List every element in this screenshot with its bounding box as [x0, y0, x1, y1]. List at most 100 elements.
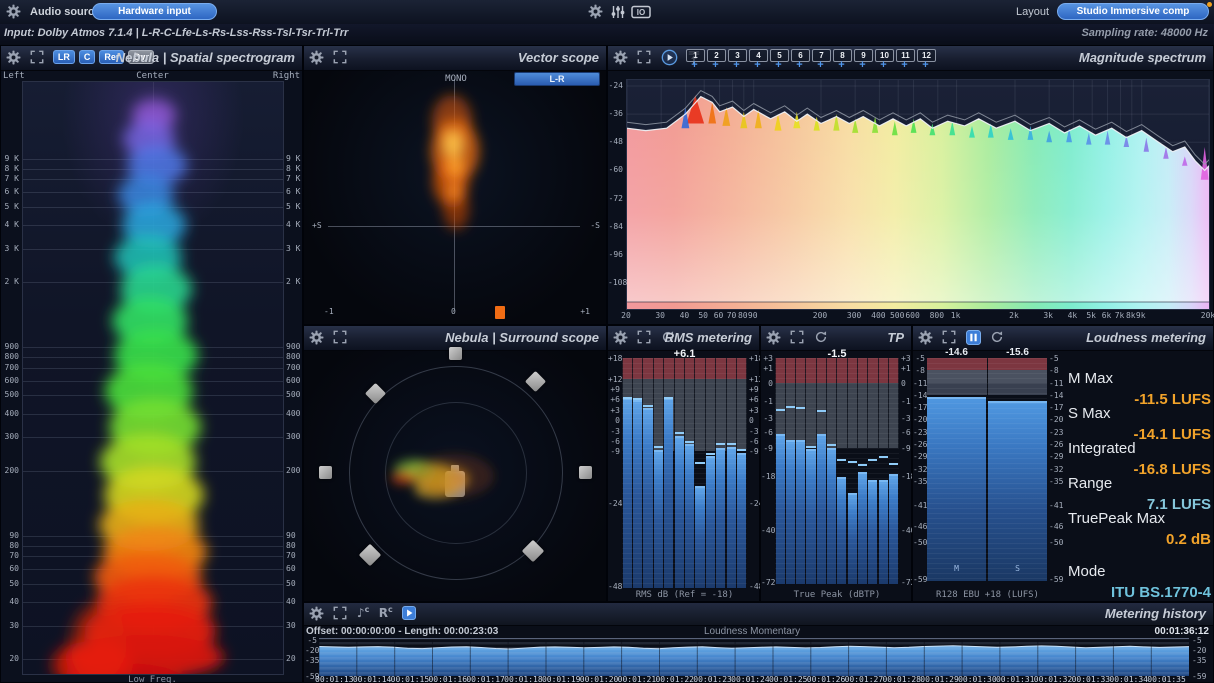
channel-bar	[786, 440, 795, 584]
channel-bar	[776, 434, 785, 584]
freq-tick-left: 200	[1, 466, 19, 475]
column-line	[674, 358, 675, 451]
io-routing-icon[interactable]: IO	[631, 4, 651, 20]
channel-add-button-6[interactable]: +	[791, 59, 808, 71]
column-line	[888, 358, 889, 448]
channel-add-button-3[interactable]: +	[728, 59, 745, 71]
axis-plus-one: +1	[580, 307, 590, 316]
stat-label: Mode	[1068, 563, 1106, 580]
right-column-label: Right	[273, 71, 300, 81]
spatial-filter-button-lr[interactable]: LR	[53, 50, 75, 64]
vector-title: Vector scope	[518, 50, 599, 65]
freq-tick-right: 7 K	[286, 174, 300, 183]
column-line	[694, 358, 695, 451]
gear-icon[interactable]	[309, 50, 324, 65]
spatial-spectrogram-panel: LRCRerOvr Nebula | Spatial spectrogram L…	[0, 45, 303, 683]
freq-tick-left: 500	[1, 390, 19, 399]
correlation-marker	[495, 306, 505, 319]
scale-tick-right: -6	[749, 437, 759, 446]
mixer-sliders-icon[interactable]	[610, 4, 626, 20]
play-button[interactable]	[402, 606, 416, 620]
freq-tick: 300	[843, 311, 865, 320]
peak-hold-line	[837, 459, 846, 461]
freq-tick-left: 80	[1, 541, 19, 550]
loudness-bar	[988, 401, 1047, 581]
channel-add-button-8[interactable]: +	[833, 59, 850, 71]
lr-mode-button[interactable]: L-R	[514, 72, 600, 86]
scale-tick-left: -24	[608, 499, 620, 508]
clear-momentary-icon[interactable]: ♪c	[357, 605, 369, 620]
freq-tick-right: 400	[286, 409, 300, 418]
freq-tick-right: 20	[286, 654, 296, 663]
scale-tick-left: -6	[608, 437, 620, 446]
fullscreen-icon[interactable]	[637, 50, 651, 64]
fullscreen-icon[interactable]	[30, 50, 44, 64]
freq-tick-right: 5 K	[286, 202, 300, 211]
channel-add-button-4[interactable]: +	[749, 59, 766, 71]
clear-range-icon[interactable]: Rc	[379, 605, 393, 620]
scale-tick-left: -1	[761, 397, 773, 406]
history-scale-left: -20	[305, 646, 317, 655]
channel-add-button-7[interactable]: +	[812, 59, 829, 71]
channel-add-button-10[interactable]: +	[875, 59, 892, 71]
freq-tick-right: 40	[286, 597, 296, 606]
rms-metering-panel: RMS metering +6.1 +18+18+12+12+9+9+6+6+3…	[607, 325, 760, 602]
peak-hold-line	[786, 406, 795, 408]
freq-tick: 200	[809, 311, 831, 320]
peak-hold-line	[868, 459, 877, 461]
freq-tick-left: 60	[1, 564, 19, 573]
freq-tick-left: 9 K	[1, 154, 19, 163]
svg-text:IO: IO	[637, 8, 645, 17]
db-tick: -48	[608, 137, 623, 146]
freq-tick: 2k	[1003, 311, 1025, 320]
freq-tick: 9k	[1130, 311, 1152, 320]
loudness-bar-value: -14.6	[927, 347, 986, 358]
spectrogram-plot	[22, 81, 284, 675]
scale-tick-left: +1	[761, 364, 773, 373]
scale-tick-right: -23	[1049, 428, 1063, 437]
freq-tick-left: 2 K	[1, 277, 19, 286]
channel-add-button-1[interactable]: +	[686, 59, 703, 71]
stat-value: ITU BS.1770-4	[1068, 584, 1211, 601]
channel-add-button-12[interactable]: +	[917, 59, 934, 71]
bar-divider	[987, 358, 988, 579]
channel-bar	[675, 436, 684, 588]
stat-label: Integrated	[1068, 440, 1136, 457]
scale-tick-left: -59	[913, 575, 925, 584]
live-play-icon[interactable]	[661, 49, 678, 66]
scale-tick-left: -29	[913, 452, 925, 461]
spatial-filter-button-c[interactable]: C	[79, 50, 96, 64]
scale-tick-left: -41	[913, 501, 925, 510]
channel-bar	[817, 434, 826, 584]
channel-add-button-2[interactable]: +	[707, 59, 724, 71]
settings-gear-icon[interactable]	[588, 4, 603, 19]
audio-source-gear-icon[interactable]	[6, 4, 21, 19]
column-line	[715, 358, 716, 451]
layout-preset-button[interactable]: Studio Immersive comp	[1057, 3, 1209, 20]
channel-add-button-9[interactable]: +	[854, 59, 871, 71]
history-scale-left: -5	[305, 636, 317, 645]
sampling-rate-text: Sampling rate: 48000 Hz	[1081, 27, 1208, 39]
loudness-channel-label: M	[927, 564, 986, 573]
channel-add-button-11[interactable]: +	[896, 59, 913, 71]
hardware-input-button[interactable]: Hardware input	[92, 3, 217, 20]
gear-icon[interactable]	[6, 50, 21, 65]
channel-bar	[727, 447, 736, 588]
column-line	[805, 358, 806, 448]
column-line	[857, 358, 858, 448]
peak-hold-line	[796, 407, 805, 409]
column-line	[826, 358, 827, 448]
peak-hold-line	[727, 443, 736, 445]
scale-tick-right: -50	[1049, 538, 1063, 547]
gear-icon[interactable]	[613, 50, 628, 65]
magnitude-spectrum-panel: Magnitude spectrum 1+2+3+4+5+6+7+8+9+10+…	[607, 45, 1214, 325]
column-line	[836, 358, 837, 448]
peak-hold-line	[664, 397, 673, 399]
channel-bar	[654, 450, 663, 588]
channel-add-button-5[interactable]: +	[770, 59, 787, 71]
fullscreen-icon[interactable]	[333, 50, 347, 64]
gear-icon[interactable]	[309, 606, 324, 621]
fullscreen-icon[interactable]	[333, 606, 347, 620]
channel-bar	[827, 448, 836, 584]
scale-tick-left: -5	[913, 354, 925, 363]
